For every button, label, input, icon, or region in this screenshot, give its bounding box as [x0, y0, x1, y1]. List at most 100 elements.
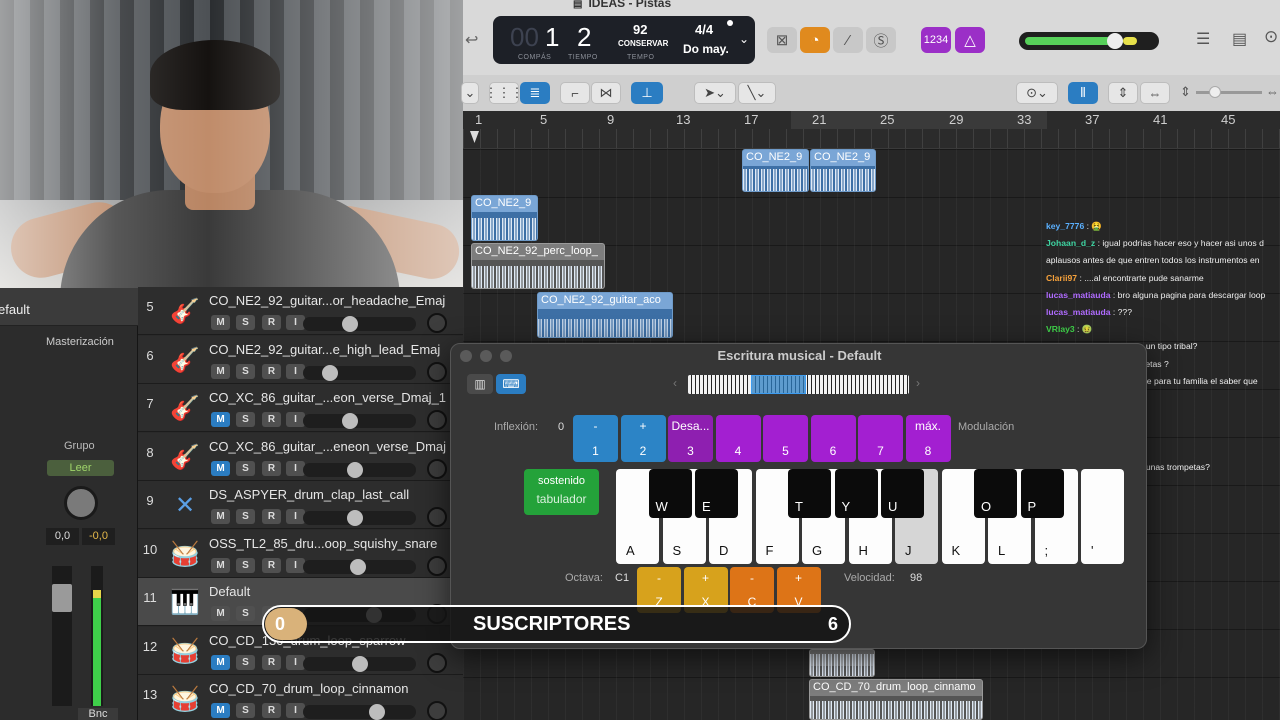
track-volume-slider[interactable]: [303, 461, 416, 478]
track-row[interactable]: 13 🥁 CO_CD_70_drum_loop_cinnamon M S R I: [138, 675, 463, 720]
track-volume-slider[interactable]: [303, 510, 416, 526]
notepad-icon[interactable]: ▤: [1232, 29, 1247, 49]
pencil-tool-button[interactable]: ╲⌄: [738, 82, 776, 104]
track-volume-knob[interactable]: [347, 461, 363, 478]
track-pan-knob[interactable]: [427, 361, 447, 382]
piano-mode-button[interactable]: ▥: [467, 374, 493, 394]
volume-fader[interactable]: [52, 584, 72, 612]
zoom-slider[interactable]: [1196, 86, 1262, 98]
tuner-button[interactable]: ⁄: [833, 27, 863, 53]
grid-view-button[interactable]: ⋮⋮⋮: [485, 82, 524, 104]
browser-icon[interactable]: ⊙: [1264, 27, 1278, 47]
track-record-button[interactable]: R: [262, 509, 281, 524]
piano-black-key[interactable]: O: [974, 469, 1018, 518]
track-record-button[interactable]: R: [262, 654, 281, 670]
modulation-key[interactable]: 6: [810, 415, 856, 462]
track-record-button[interactable]: R: [262, 460, 281, 476]
track-volume-knob[interactable]: [342, 413, 358, 429]
track-mute-button[interactable]: M: [211, 606, 230, 621]
more-button[interactable]: ⊙⌄: [1016, 82, 1058, 104]
track-name[interactable]: DS_ASPYER_drum_clap_last_call: [209, 487, 459, 502]
track-row[interactable]: 9 ✕ DS_ASPYER_drum_clap_last_call M S R I: [138, 481, 463, 529]
chevron-left-icon[interactable]: ‹: [673, 376, 677, 390]
track-volume-knob[interactable]: [347, 510, 363, 526]
piano-black-key[interactable]: E: [695, 469, 739, 518]
track-row[interactable]: 5 🎸 CO_NE2_92_guitar...or_headache_Emaj M S R…: [138, 287, 463, 335]
replace-button[interactable]: ⊠: [767, 27, 797, 53]
sustain-key[interactable]: sostenido tabulador: [524, 469, 599, 515]
piano-white-key[interactable]: ': [1081, 469, 1124, 564]
track-volume-knob[interactable]: [369, 704, 385, 720]
track-row[interactable]: 10 🥁 OSS_TL2_85_dru...oop_squishy_snare M S R…: [138, 529, 463, 578]
audio-region[interactable]: CO_NE2_92_perc_loop_: [471, 243, 605, 289]
keyboard-mode-button[interactable]: ⌨: [496, 374, 526, 394]
track-volume-slider[interactable]: [303, 413, 416, 429]
back-icon[interactable]: ↩: [465, 30, 478, 50]
metronome-button[interactable]: △: [955, 27, 985, 53]
track-name[interactable]: CO_XC_86_guitar_...eneon_verse_Dmaj: [209, 439, 459, 454]
piano-black-key[interactable]: Y: [834, 469, 878, 518]
track-mute-button[interactable]: M: [211, 315, 230, 330]
track-name[interactable]: CO_NE2_92_guitar...e_high_lead_Emaj: [209, 342, 459, 357]
solo-button[interactable]: Ⓢ: [866, 27, 896, 53]
track-pan-knob[interactable]: [427, 507, 447, 527]
volume-fader-track[interactable]: [52, 566, 72, 706]
track-record-button[interactable]: R: [262, 557, 281, 573]
automation-button[interactable]: ⌐: [560, 82, 590, 104]
track-solo-button[interactable]: S: [236, 606, 255, 621]
track-record-button[interactable]: R: [262, 703, 281, 718]
modulation-key[interactable]: 4: [715, 415, 761, 462]
track-volume-knob[interactable]: [350, 558, 366, 575]
track-solo-button[interactable]: S: [236, 509, 255, 524]
audio-region[interactable]: CO_NE2_92_guitar_aco: [537, 292, 673, 338]
track-record-button[interactable]: R: [262, 363, 281, 379]
cycle-region[interactable]: [791, 111, 1047, 129]
chevron-down-icon[interactable]: ⌄: [739, 32, 749, 46]
pointer-tool-button[interactable]: ➤⌄: [694, 82, 736, 104]
track-name[interactable]: CO_CD_70_drum_loop_cinnamon: [209, 681, 459, 696]
list-editor-icon[interactable]: ☰: [1196, 29, 1210, 49]
track-volume-knob[interactable]: [322, 364, 338, 381]
zoom-slider-knob[interactable]: [1209, 86, 1221, 98]
audio-region[interactable]: CO_CD_70_drum_loop_cinnamo: [809, 679, 983, 720]
track-solo-button[interactable]: S: [236, 557, 255, 573]
track-record-button[interactable]: R: [262, 412, 281, 427]
catch-playhead-button[interactable]: ⊥: [631, 82, 663, 104]
chevron-right-icon[interactable]: ›: [916, 376, 920, 390]
horizontal-zoom-button[interactable]: ⇔: [1140, 82, 1170, 104]
track-mute-button[interactable]: M: [211, 460, 230, 476]
track-mute-button[interactable]: M: [211, 412, 230, 427]
track-volume-slider[interactable]: [303, 364, 416, 381]
track-volume-knob[interactable]: [352, 655, 368, 672]
track-solo-button[interactable]: S: [236, 654, 255, 670]
automation-mode[interactable]: Leer: [47, 460, 114, 476]
audio-region[interactable]: CO_NE2_9: [742, 149, 809, 192]
track-volume-slider[interactable]: [303, 704, 416, 720]
track-volume-slider[interactable]: [303, 316, 416, 332]
master-volume-slider[interactable]: [1019, 32, 1159, 50]
inspector-header[interactable]: efault: [0, 288, 138, 326]
track-row[interactable]: 6 🎸 CO_NE2_92_guitar...e_high_lead_Emaj M S R…: [138, 335, 463, 384]
pan-knob[interactable]: [64, 486, 98, 520]
piano-black-key[interactable]: W: [648, 469, 692, 518]
track-solo-button[interactable]: S: [236, 703, 255, 718]
track-name[interactable]: CO_XC_86_guitar_...eon_verse_Dmaj_1: [209, 390, 459, 405]
track-mute-button[interactable]: M: [211, 557, 230, 573]
track-pan-knob[interactable]: [427, 410, 447, 430]
track-volume-knob[interactable]: [342, 316, 358, 332]
group-label[interactable]: Grupo: [64, 440, 95, 452]
track-solo-button[interactable]: S: [236, 460, 255, 476]
track-mute-button[interactable]: M: [211, 509, 230, 524]
keyboard-range-selection[interactable]: [751, 375, 806, 394]
track-solo-button[interactable]: S: [236, 315, 255, 330]
piano-black-key[interactable]: P: [1020, 469, 1064, 518]
track-pan-knob[interactable]: [427, 555, 447, 576]
modulation-key[interactable]: -1: [573, 415, 618, 462]
track-solo-button[interactable]: S: [236, 412, 255, 427]
track-record-button[interactable]: R: [262, 315, 281, 330]
piano-black-key[interactable]: U: [881, 469, 925, 518]
mastering-tab[interactable]: Masterización: [46, 336, 114, 348]
modulation-key[interactable]: 5: [763, 415, 808, 462]
track-row[interactable]: 7 🎸 CO_XC_86_guitar_...eon_verse_Dmaj_1 M S R…: [138, 384, 463, 432]
audio-region[interactable]: CO_NE2_9: [810, 149, 876, 192]
